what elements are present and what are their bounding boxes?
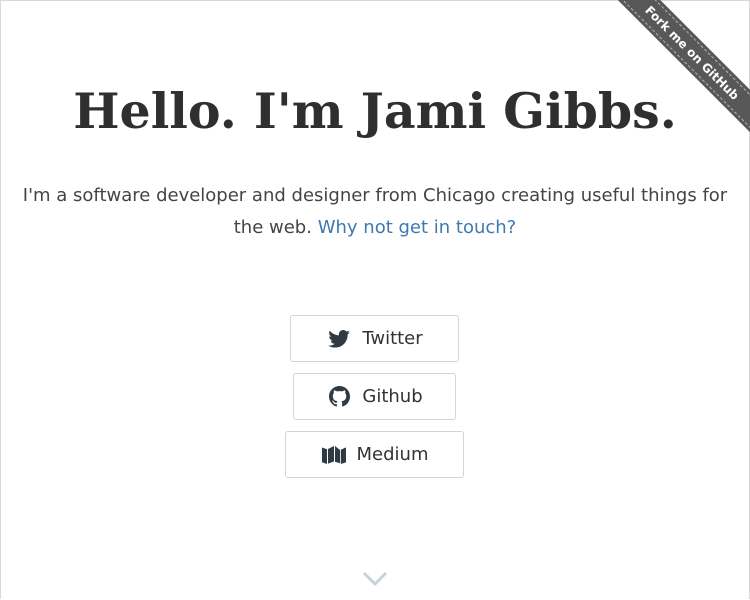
github-label: Github [362,386,423,407]
fork-on-github-ribbon[interactable]: Fork me on GitHub [610,0,750,135]
medium-button[interactable]: Medium [285,431,464,478]
github-icon [326,386,352,408]
twitter-button[interactable]: Twitter [290,315,459,362]
medium-label: Medium [356,444,429,465]
twitter-label: Twitter [362,328,423,349]
github-button[interactable]: Github [293,373,456,420]
chevron-down-icon[interactable] [362,571,388,587]
twitter-icon [326,328,352,350]
medium-icon [321,444,347,466]
contact-link[interactable]: Why not get in touch? [318,217,517,238]
fork-ribbon-container: Fork me on GitHub [600,0,750,150]
intro-paragraph: I'm a software developer and designer fr… [20,180,730,244]
